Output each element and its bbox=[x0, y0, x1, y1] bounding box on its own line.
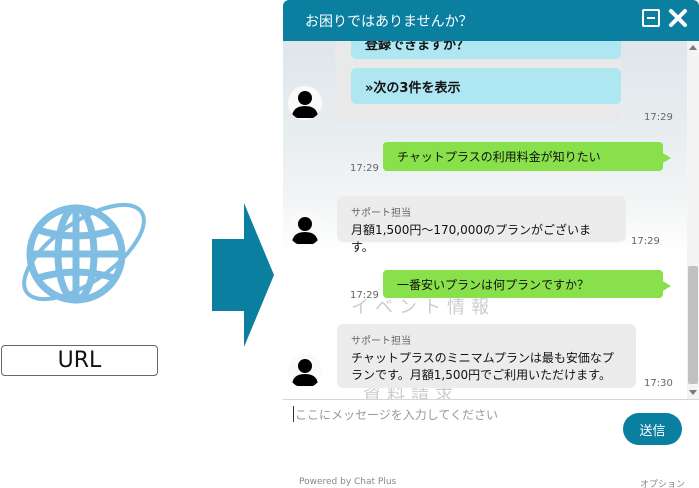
text-caret bbox=[293, 406, 294, 422]
chat-header: お困りではありませんか？ bbox=[283, 0, 699, 41]
url-label-box: URL bbox=[1, 345, 158, 376]
message-list[interactable]: イベント情報 資料請求 登録できますか？ »次の3件を表示 17:29 17:2… bbox=[283, 41, 687, 399]
minimize-icon[interactable] bbox=[642, 9, 660, 27]
user-avatar-icon bbox=[288, 212, 322, 246]
message-text: 月額1,500円～170,000のプランがございます。 bbox=[351, 223, 591, 254]
user-message: 一番安いプランは何プランですか？ bbox=[383, 270, 671, 298]
timestamp: 17:29 bbox=[350, 290, 379, 301]
bot-message: サポート担当 月額1,500円～170,000のプランがございます。 bbox=[337, 196, 626, 254]
user-message: チャットプラスの利用料金が知りたい bbox=[383, 142, 671, 171]
timestamp: 17:29 bbox=[631, 236, 660, 247]
bot-message: サポート担当 チャットプラスのミニマムプランは最も安価なプ ランです。月額1,5… bbox=[337, 324, 636, 388]
message-text: チャットプラスのミニマムプランは最も安価なプ bbox=[351, 351, 614, 365]
globe-icon bbox=[14, 190, 154, 320]
option-link[interactable]: オプション bbox=[640, 477, 685, 488]
scroll-up-icon[interactable] bbox=[689, 45, 697, 50]
message-scrollbar[interactable] bbox=[687, 41, 699, 399]
user-avatar-icon bbox=[288, 354, 322, 388]
timestamp: 17:30 bbox=[644, 378, 673, 389]
scrollbar-thumb[interactable] bbox=[688, 266, 698, 384]
timestamp: 17:29 bbox=[350, 163, 379, 174]
message-input[interactable] bbox=[293, 404, 607, 448]
right-arrow-icon bbox=[212, 203, 274, 347]
quick-reply-option[interactable]: 登録できますか？ bbox=[351, 41, 621, 59]
message-composer: 送信 Powered by Chat Plus オプション bbox=[283, 399, 699, 488]
next-options-button[interactable]: »次の3件を表示 bbox=[351, 68, 621, 104]
quick-reply-group: 登録できますか？ »次の3件を表示 bbox=[335, 41, 621, 121]
powered-by-label: Powered by Chat Plus bbox=[299, 477, 397, 487]
chat-widget: お困りではありませんか？ イベント情報 資料請求 登録できますか？ »次の3件を… bbox=[283, 0, 699, 488]
send-button[interactable]: 送信 bbox=[623, 413, 682, 445]
sender-name: サポート担当 bbox=[351, 336, 411, 347]
chat-title: お困りではありませんか？ bbox=[305, 14, 473, 30]
scroll-down-icon[interactable] bbox=[689, 390, 697, 395]
user-avatar-icon bbox=[288, 86, 322, 120]
message-text: ランです。月額1,500円でご利用いただけます。 bbox=[351, 368, 611, 382]
sender-name: サポート担当 bbox=[351, 208, 411, 219]
close-icon[interactable] bbox=[668, 7, 688, 29]
timestamp: 17:29 bbox=[644, 112, 673, 123]
